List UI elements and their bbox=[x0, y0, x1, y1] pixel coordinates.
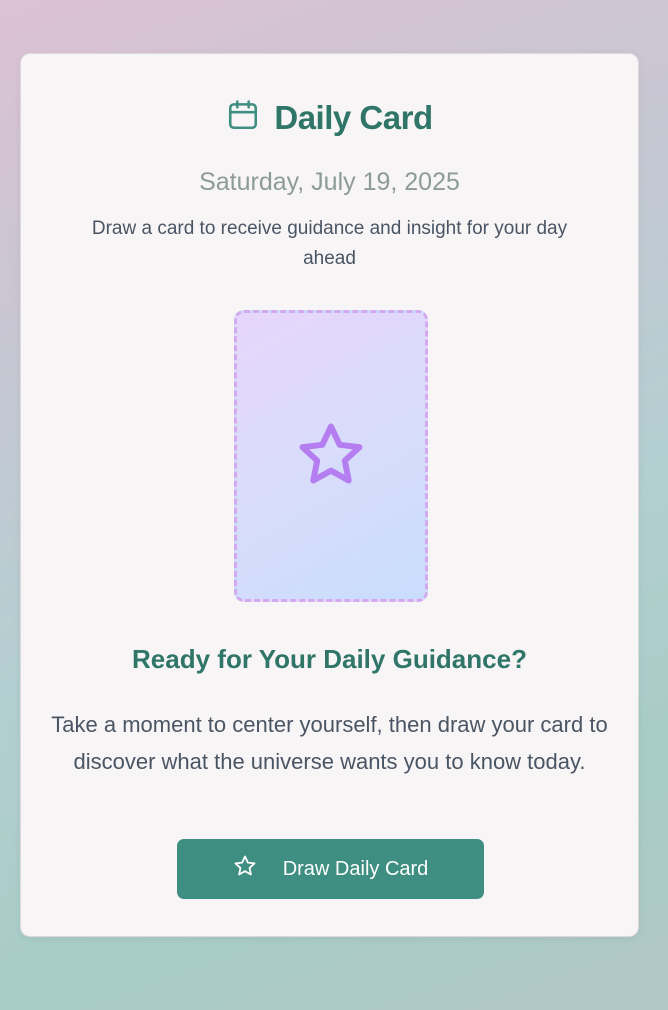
current-date: Saturday, July 19, 2025 bbox=[199, 168, 460, 196]
star-icon bbox=[233, 854, 257, 884]
calendar-icon bbox=[226, 98, 260, 137]
guidance-heading: Ready for Your Daily Guidance? bbox=[132, 644, 527, 674]
header: Daily Card bbox=[21, 98, 638, 137]
draw-button-label: Draw Daily Card bbox=[282, 857, 429, 880]
star-icon bbox=[295, 417, 367, 496]
daily-card-panel: Daily Card Saturday, July 19, 2025 Draw … bbox=[20, 53, 639, 937]
draw-daily-card-button[interactable]: Draw Daily Card bbox=[177, 839, 484, 899]
page-subtitle: Draw a card to receive guidance and insi… bbox=[91, 218, 568, 269]
page-title: Daily Card bbox=[274, 98, 433, 136]
guidance-description: Take a moment to center yourself, then d… bbox=[51, 712, 608, 774]
tarot-card-back[interactable] bbox=[234, 310, 428, 602]
